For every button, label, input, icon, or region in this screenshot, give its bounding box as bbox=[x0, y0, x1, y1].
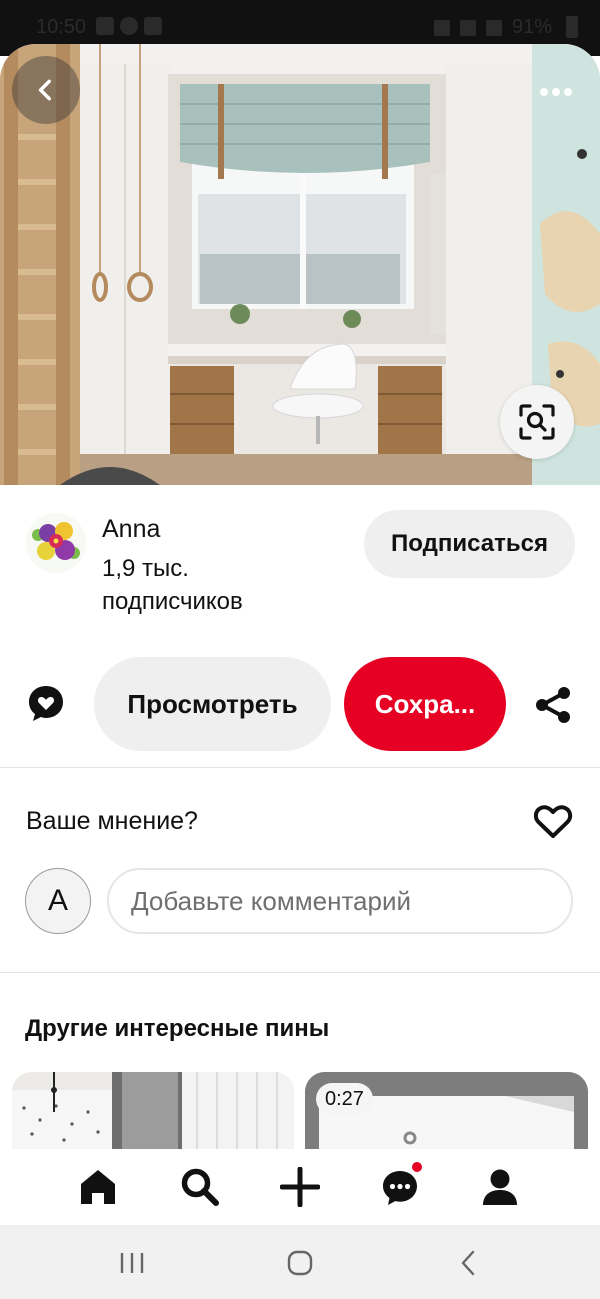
visual-search-icon bbox=[519, 404, 555, 440]
view-button[interactable]: Просмотреть bbox=[94, 657, 331, 751]
create-icon[interactable] bbox=[280, 1167, 320, 1207]
follow-button[interactable]: Подписаться bbox=[364, 510, 575, 578]
author-name[interactable]: Anna bbox=[102, 515, 160, 544]
pansy-flower-icon bbox=[26, 513, 86, 573]
author-avatar[interactable] bbox=[26, 513, 86, 573]
author-section: Anna 1,9 тыс. подписчиков Подписаться bbox=[0, 485, 600, 635]
signal-icon bbox=[485, 19, 502, 36]
bottom-nav bbox=[0, 1149, 600, 1225]
recents-icon[interactable] bbox=[118, 1249, 146, 1277]
status-right: 91% bbox=[433, 16, 552, 39]
reaction-icon[interactable] bbox=[26, 683, 66, 723]
battery-icon bbox=[566, 16, 578, 38]
notification-dot bbox=[410, 1160, 424, 1174]
comment-input[interactable] bbox=[107, 868, 573, 934]
home-circle-icon[interactable] bbox=[286, 1249, 314, 1277]
video-duration-badge: 0:27 bbox=[316, 1083, 373, 1115]
back-icon bbox=[38, 79, 51, 101]
status-time: 10:50 bbox=[36, 16, 87, 38]
divider bbox=[0, 767, 600, 768]
back-chevron-icon[interactable] bbox=[455, 1249, 483, 1277]
save-button[interactable]: Сохра... bbox=[344, 657, 506, 751]
gallery-icon bbox=[96, 17, 114, 35]
alarm-icon bbox=[433, 19, 450, 36]
heart-icon[interactable] bbox=[533, 803, 573, 839]
user-avatar[interactable]: A bbox=[25, 868, 91, 934]
pin-card[interactable] bbox=[12, 1072, 294, 1149]
home-icon[interactable] bbox=[78, 1167, 118, 1207]
more-icon bbox=[540, 88, 572, 96]
more-options-button[interactable] bbox=[536, 78, 576, 106]
search-icon[interactable] bbox=[180, 1167, 220, 1207]
battery-percent: 91% bbox=[511, 16, 552, 38]
back-button[interactable] bbox=[12, 56, 80, 124]
share-icon[interactable] bbox=[533, 685, 573, 725]
status-notification-icons bbox=[96, 17, 162, 35]
comments-prompt: Ваше мнение? bbox=[26, 807, 198, 835]
more-pins-title: Другие интересные пины bbox=[25, 1015, 330, 1042]
instagram-icon bbox=[144, 17, 162, 35]
visual-search-button[interactable] bbox=[500, 385, 574, 459]
chat-icon bbox=[120, 17, 138, 35]
system-nav-bar bbox=[0, 1225, 600, 1299]
followers-count: 1,9 тыс. подписчиков bbox=[102, 555, 243, 615]
divider bbox=[0, 972, 600, 973]
profile-icon[interactable] bbox=[480, 1167, 520, 1207]
wifi-icon bbox=[459, 19, 476, 36]
pin-actions: Просмотреть Сохра... bbox=[0, 655, 600, 755]
